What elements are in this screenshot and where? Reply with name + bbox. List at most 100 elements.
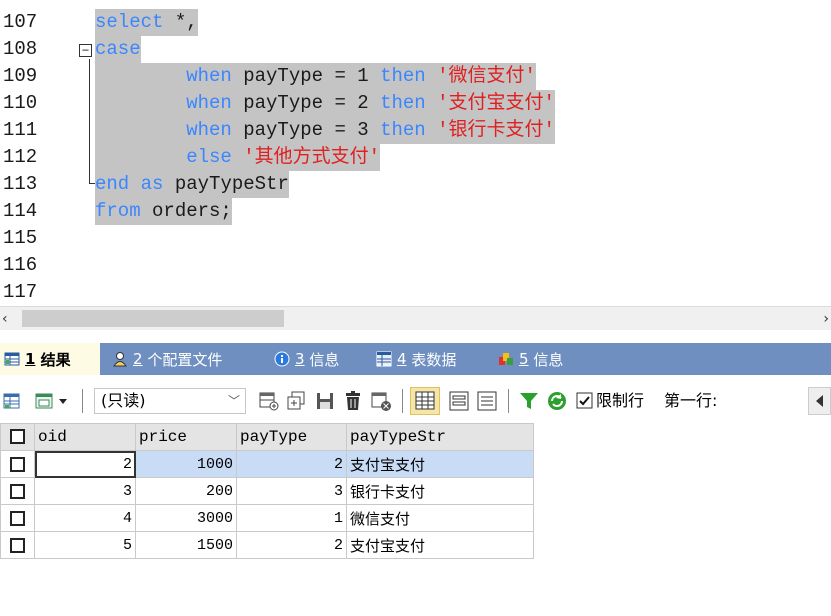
save-icon[interactable] [314,390,336,412]
sql-keyword: then [380,119,426,141]
cell-paytype[interactable]: 2 [236,450,347,478]
cell-price[interactable]: 1500 [135,531,237,559]
header-row: oid price payType payTypeStr [0,423,534,451]
sql-keyword: case [95,38,141,60]
column-header-paytype[interactable]: payType [236,423,347,451]
readonly-select[interactable]: (只读) ﹀ [94,388,246,414]
previous-page-icon[interactable] [808,387,831,415]
table-row[interactable]: 4 3000 1 微信支付 [0,504,534,532]
refresh-icon[interactable] [546,390,568,412]
code-line: from orders; [95,198,232,225]
result-grid[interactable]: oid price payType payTypeStr 2 1000 2 支付宝支付… [0,423,534,559]
tab-profiles[interactable]: 2 个配置文件 [108,343,248,375]
table-row[interactable]: 2 1000 2 支付宝支付 [0,450,534,478]
editor-horizontal-scrollbar[interactable]: ‹ › [0,306,831,330]
cell-paytype[interactable]: 2 [236,531,347,559]
column-header-oid[interactable]: oid [34,423,136,451]
cell-oid[interactable]: 2 [34,450,136,478]
tab-table-data[interactable]: 4 表数据 [372,343,482,375]
checkbox-icon [10,457,25,472]
add-row-icon[interactable] [258,390,280,412]
checkbox-icon [10,511,25,526]
tab-info[interactable]: 3 信息 [270,343,360,375]
sql-keyword: as [140,173,164,195]
line-number: 108 [3,38,38,60]
table-grid-icon [4,351,20,367]
sql-keyword: from [95,200,141,222]
tab-results[interactable]: 1 结果 [0,343,100,375]
row-checkbox[interactable] [0,504,35,532]
tab-info-number: 3 [295,350,305,368]
tab-table-data-number: 4 [397,350,407,368]
scroll-right-arrow-icon[interactable]: › [823,308,829,330]
checkbox-icon [10,429,25,445]
tab-info-2[interactable]: 5 信息 [494,343,594,375]
line-number: 115 [3,227,38,249]
sql-text: payTypeStr [163,173,289,195]
scrollbar-thumb[interactable] [22,310,284,327]
result-toolbar: (只读) ﹀ 限制行 第一行: [0,381,831,423]
sql-keyword: when [186,119,232,141]
cell-paytype[interactable]: 3 [236,477,347,505]
limit-rows-checkbox[interactable] [576,392,594,414]
cell-paytypestr[interactable]: 支付宝支付 [346,450,534,478]
row-checkbox[interactable] [0,477,35,505]
cell-price[interactable]: 3000 [135,504,237,532]
text-view-icon[interactable] [476,390,498,412]
sql-keyword: else [186,146,232,168]
filter-icon[interactable] [518,390,540,412]
cell-price[interactable]: 200 [135,477,237,505]
cell-paytypestr[interactable]: 银行卡支付 [346,477,534,505]
toolbar-separator [82,389,83,413]
first-row-label: 第一行: [664,391,718,410]
tab-profiles-number: 2 [133,350,143,368]
table-row[interactable]: 5 1500 2 支付宝支付 [0,531,534,559]
view-mode-dropdown-icon[interactable] [34,390,74,412]
sql-keyword: when [186,65,232,87]
line-number: 117 [3,281,38,303]
cell-oid[interactable]: 4 [34,504,136,532]
table-data-icon [376,351,392,367]
sql-editor[interactable]: 107 108 109 110 111 112 113 114 115 116 117 − sele… [0,0,831,306]
sql-string: '支付宝支付' [425,92,555,114]
code-line: when payType = 3 then '银行卡支付' [95,117,555,144]
cell-paytype[interactable]: 1 [236,504,347,532]
column-header-price[interactable]: price [135,423,237,451]
select-all-checkbox[interactable] [0,423,35,451]
cell-oid[interactable]: 3 [34,477,136,505]
duplicate-row-icon[interactable] [286,390,308,412]
sql-string: '微信支付' [425,65,536,87]
code-line: else '其他方式支付' [95,144,381,171]
table-row[interactable]: 3 200 3 银行卡支付 [0,477,534,505]
cell-oid[interactable]: 5 [34,531,136,559]
column-header-paytypestr[interactable]: payTypeStr [346,423,534,451]
tab-profiles-label: 个配置文件 [147,350,223,369]
fold-toggle-icon[interactable]: − [79,44,92,57]
code-line: end as payTypeStr [95,171,289,198]
grid-view-icon[interactable] [410,387,440,415]
code-line: when payType = 2 then '支付宝支付' [95,90,555,117]
row-checkbox[interactable] [0,531,35,559]
sql-string: '其他方式支付' [231,146,381,168]
row-checkbox[interactable] [0,450,35,478]
line-number-gutter: 107 108 109 110 111 112 113 114 115 116 117 [0,0,72,306]
cell-paytypestr[interactable]: 微信支付 [346,504,534,532]
line-number [3,0,53,9]
cell-paytypestr[interactable]: 支付宝支付 [346,531,534,559]
export-grid-icon[interactable] [2,390,22,412]
discard-changes-icon[interactable] [370,390,392,412]
delete-icon[interactable] [342,390,364,412]
sql-keyword: select [95,11,164,33]
scroll-left-arrow-icon[interactable]: ‹ [2,308,8,330]
form-view-icon[interactable] [448,390,470,412]
checkbox-icon [10,538,25,553]
cell-price[interactable]: 1000 [135,450,237,478]
line-number: 116 [3,254,38,276]
toolbar-separator [508,389,509,413]
code-line: select *, [95,9,198,36]
code-line: case [95,36,141,63]
line-number: 114 [3,200,38,222]
sql-keyword: when [186,92,232,114]
